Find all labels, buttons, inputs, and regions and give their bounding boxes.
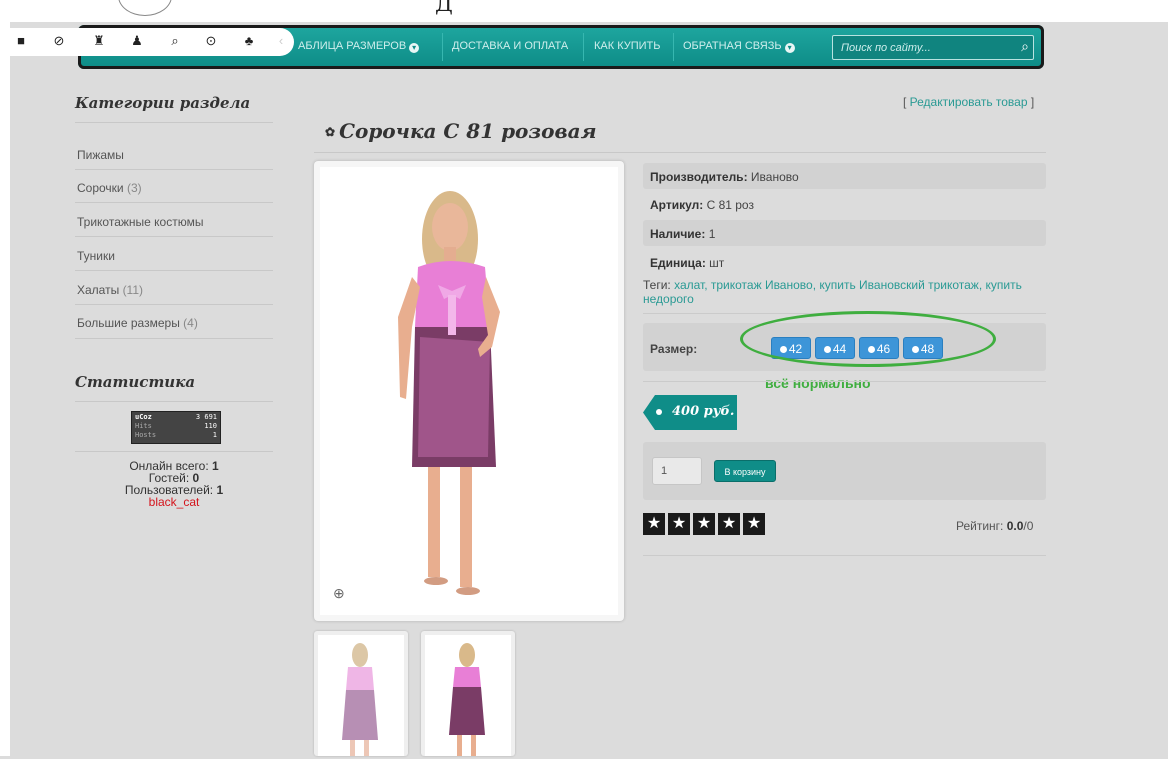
star-icon[interactable]: ★ (718, 513, 740, 535)
edit-product-link[interactable]: [ Редактировать товар ] (903, 95, 1034, 109)
puzzle-icon[interactable]: ♣ (240, 33, 258, 48)
search-icon[interactable]: ⌕ (1021, 38, 1029, 55)
collapse-icon[interactable]: ‹ (272, 33, 290, 48)
category-nightgowns[interactable]: Сорочки (3) (77, 181, 142, 195)
nav-separator (673, 33, 674, 61)
chevron-down-icon: ▾ (409, 43, 420, 53)
category-pajamas[interactable]: Пижамы (77, 148, 124, 162)
unit-row: Единица: шт (650, 256, 725, 270)
nav-size-table[interactable]: АБЛИЦА РАЗМЕРОВ ▾ (298, 40, 420, 53)
tag-links[interactable]: халат, трикотаж Иваново, купить Ивановск… (643, 278, 1022, 306)
divider (75, 236, 273, 237)
site-search: ⌕ (832, 35, 1034, 60)
add-to-cart-button[interactable]: В корзину (714, 460, 776, 482)
browser-toolbar: ■ ⊘ ♜ ♟ ⌕ ⊙ ♣ ‹ (0, 28, 294, 56)
price-dot (656, 409, 662, 415)
rating-text: Рейтинг: 0.0/0 (956, 519, 1034, 533)
divider (75, 169, 273, 170)
category-large-sizes[interactable]: Большие размеры (4) (77, 316, 198, 330)
divider (75, 270, 273, 271)
nav-how-to-buy[interactable]: КАК КУПИТЬ (594, 40, 660, 52)
divider (314, 152, 1046, 153)
nav-separator (442, 33, 443, 61)
search-icon[interactable]: ⌕ (166, 33, 184, 49)
divider (75, 451, 273, 452)
divider (643, 555, 1046, 556)
tags-row: Теги: халат, трикотаж Иваново, купить Ив… (643, 278, 1022, 306)
annotation-note: всё нормально (765, 375, 871, 391)
product-title: ✿ Сорочка С 81 розовая (325, 119, 597, 143)
chevron-down-icon: ▾ (784, 43, 795, 53)
online-stats: Онлайн всего: 1 Гостей: 0 Пользователей:… (75, 460, 273, 508)
stock-row: Наличие: 1 (643, 220, 1046, 246)
category-knit-suits[interactable]: Трикотажные костюмы (77, 215, 203, 229)
sku-row: Артикул: С 81 роз (650, 198, 754, 212)
star-icon[interactable]: ★ (668, 513, 690, 535)
nav-feedback[interactable]: ОБРАТНАЯ СВЯЗЬ ▾ (683, 40, 795, 53)
divider (75, 304, 273, 305)
counter-logo: uCoz (135, 413, 152, 421)
search-input[interactable] (839, 39, 1003, 57)
divider (75, 338, 273, 339)
visit-counter[interactable]: uCoz 3 691 Hits 110 Hosts 1 (131, 411, 221, 444)
star-icon[interactable]: ★ (643, 513, 665, 535)
divider (75, 202, 273, 203)
basket-icon[interactable]: ♜ (90, 33, 108, 49)
zoom-icon[interactable]: ⊕ (333, 585, 345, 602)
statistics-title: Статистика (75, 373, 196, 391)
star-icon[interactable]: ★ (743, 513, 765, 535)
product-image-frame (314, 161, 624, 621)
divider (643, 381, 1046, 382)
size-label: Размер: (650, 342, 698, 356)
block-icon[interactable]: ⊘ (50, 33, 68, 49)
add-to-cart-box: В корзину (643, 442, 1046, 500)
manufacturer-row: Производитель: Иваново (643, 163, 1046, 189)
divider (75, 122, 273, 123)
category-robes[interactable]: Халаты (11) (77, 283, 143, 297)
categories-title: Категории раздела (75, 94, 251, 112)
left-margin (0, 0, 10, 756)
category-tunics[interactable]: Туники (77, 249, 115, 263)
nav-separator (583, 33, 584, 61)
divider (75, 401, 273, 402)
price-tag: 400 руб. (643, 395, 737, 430)
star-icon[interactable]: ★ (693, 513, 715, 535)
product-image[interactable] (320, 167, 618, 615)
header-strip (0, 0, 1168, 22)
product-thumbnail[interactable] (421, 631, 515, 756)
header-glyph: Д (435, 0, 453, 17)
bell-icon[interactable]: ♟ (128, 33, 146, 49)
folder-icon[interactable]: ■ (12, 33, 30, 48)
annotation-ellipse (740, 311, 996, 367)
nav-delivery[interactable]: ДОСТАВКА И ОПЛАТА (452, 40, 568, 52)
gear-icon: ✿ (325, 125, 336, 139)
quantity-input[interactable] (652, 457, 702, 485)
eye-icon[interactable]: ⊙ (202, 33, 220, 49)
product-thumbnail[interactable] (314, 631, 408, 756)
online-username[interactable]: black_cat (75, 496, 273, 508)
